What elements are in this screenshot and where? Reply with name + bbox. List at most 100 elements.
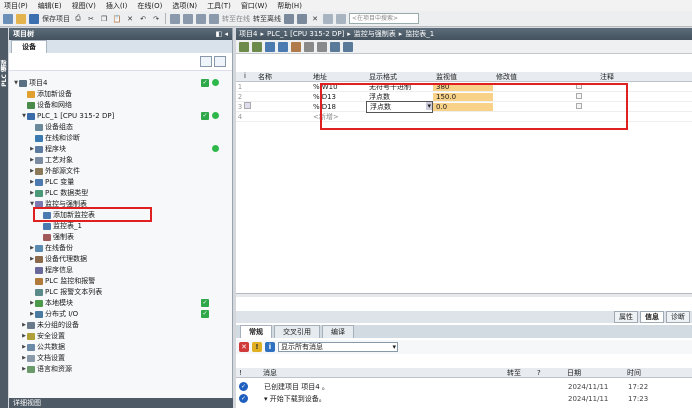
error-filter-icon[interactable]: ✕	[239, 342, 249, 352]
tree-item[interactable]: ▶ 语言和资源	[9, 364, 231, 374]
info-subtab[interactable]: 编译	[322, 325, 354, 338]
info-subtab[interactable]: 常规	[240, 325, 272, 338]
menu-item[interactable]: 视图(V)	[72, 1, 96, 11]
copy-icon[interactable]: ❐	[99, 13, 109, 25]
row-marker	[244, 102, 254, 111]
vertical-side-tab[interactable]: PLC 编程	[0, 28, 8, 408]
compile-icon[interactable]	[170, 13, 180, 24]
tree-item[interactable]: ▶ 公共数据	[9, 342, 231, 352]
tree-item[interactable]: ▶ 文档设置	[9, 353, 231, 363]
print-icon[interactable]: ⎙	[73, 13, 83, 25]
add-row-icon[interactable]	[252, 41, 262, 52]
tree-item[interactable]: ▶ 在线备份	[9, 243, 231, 253]
split-vertical-icon[interactable]	[336, 13, 346, 24]
menu-item[interactable]: 插入(I)	[106, 1, 128, 11]
tree-item-label: 在线备份	[45, 244, 73, 252]
tree-item[interactable]: ▼ 项目4	[9, 78, 231, 88]
download-icon[interactable]	[183, 13, 193, 24]
menu-item[interactable]: 工具(T)	[207, 1, 231, 11]
inspector-tab[interactable]: 信息	[640, 311, 664, 323]
menu-item[interactable]: 窗口(W)	[241, 1, 267, 11]
cut-icon[interactable]: ✂	[86, 13, 96, 25]
status-ok-icon: ✓	[201, 310, 209, 318]
menu-item[interactable]: 帮助(H)	[277, 1, 302, 11]
details-view-header[interactable]: 详细视图	[9, 398, 233, 408]
tree-item[interactable]: ▼ PLC_1 [CPU 315-2 DP]	[9, 111, 231, 121]
inspector-tab[interactable]: 属性	[614, 311, 638, 323]
split-horizontal-icon[interactable]	[323, 13, 333, 24]
tree-node-icon	[35, 189, 43, 197]
accessible-devices-icon[interactable]	[284, 13, 294, 24]
simulation-icon[interactable]	[209, 13, 219, 24]
tree-item[interactable]: 监控表_1	[9, 221, 231, 231]
tree-item[interactable]: ▶ 程序块	[9, 144, 231, 154]
tree-item[interactable]: ▶ 本地模块	[9, 298, 231, 308]
tree-item-label: 程序信息	[45, 266, 73, 274]
go-offline-button[interactable]: 转至离线	[253, 13, 281, 25]
new-project-icon[interactable]	[3, 13, 13, 24]
menu-item[interactable]: 选项(N)	[172, 1, 197, 11]
message-row[interactable]: ✓ 已创建项目 项目4 。 2024/11/11 17:22	[236, 381, 692, 392]
open-project-icon[interactable]	[16, 13, 26, 24]
breadcrumb-item[interactable]: 监控与强制表	[354, 29, 396, 39]
tree-item[interactable]: 设备组态	[9, 122, 231, 132]
menu-item[interactable]: 项目(P)	[4, 1, 28, 11]
tree-item[interactable]: 在线和诊断	[9, 133, 231, 143]
paste-icon[interactable]: 📋	[112, 13, 122, 25]
monitor-all-icon[interactable]	[330, 41, 340, 52]
disable-peripheral-icon[interactable]	[304, 41, 314, 52]
info-subtab[interactable]: 交叉引用	[274, 325, 320, 338]
insert-row-icon[interactable]	[239, 41, 249, 52]
breadcrumb-item[interactable]: 监控表_1	[405, 29, 434, 39]
go-online-button[interactable]: 转至在线	[222, 13, 250, 25]
tree-node-icon	[27, 90, 35, 98]
modify-trigger-icon[interactable]	[278, 41, 288, 52]
menu-item[interactable]: 编辑(E)	[38, 1, 62, 11]
modify-now-icon[interactable]	[265, 41, 275, 52]
tree-item[interactable]: PLC 监控和报警	[9, 276, 231, 286]
save-icon[interactable]	[29, 13, 39, 24]
save-project-button[interactable]: 保存项目	[42, 13, 70, 25]
panel-collapse-icon[interactable]: ◧ ◂	[216, 30, 228, 38]
list-view-icon[interactable]	[200, 56, 212, 67]
delete-icon[interactable]: ✕	[125, 13, 135, 25]
tree-item[interactable]: PLC 报警文本列表	[9, 287, 231, 297]
panel-splitter[interactable]	[236, 293, 692, 297]
warning-filter-icon[interactable]: !	[252, 342, 262, 352]
undo-icon[interactable]: ↶	[138, 13, 148, 25]
tree-node-icon	[35, 134, 43, 142]
info-ok-icon: ✓	[239, 382, 248, 391]
tree-item[interactable]: 设备和网络	[9, 100, 231, 110]
redo-icon[interactable]: ↷	[151, 13, 161, 25]
tree-item[interactable]: ▶ PLC 变量	[9, 177, 231, 187]
tree-item[interactable]: 程序信息	[9, 265, 231, 275]
tree-node-icon	[35, 156, 43, 164]
message-filter-select[interactable]: 显示所有消息	[278, 342, 398, 352]
tree-item[interactable]: ▶ 安全设置	[9, 331, 231, 341]
message-row[interactable]: ✓ ▾ 开始下载到设备。 2024/11/11 17:23	[236, 393, 692, 404]
tab-devices[interactable]: 设备	[11, 40, 47, 53]
tree-item-label: 本地模块	[45, 299, 73, 307]
tree-item[interactable]: ▶ 分布式 I/O	[9, 309, 231, 319]
tree-item[interactable]: ▶ 外部源文件	[9, 166, 231, 176]
inspector-tab[interactable]: 诊断	[666, 311, 690, 323]
breadcrumb-item[interactable]: PLC_1 [CPU 315-2 DP]	[267, 30, 344, 38]
upload-icon[interactable]	[196, 13, 206, 24]
menu-item[interactable]: 在线(O)	[137, 1, 162, 11]
cross-reference-icon[interactable]	[297, 13, 307, 24]
tree-item[interactable]: 强制表	[9, 232, 231, 242]
overview-icon[interactable]	[214, 56, 226, 67]
breadcrumb-item[interactable]: 项目4	[239, 29, 257, 39]
tree-item[interactable]: ▶ 设备代理数据	[9, 254, 231, 264]
monitor-once-icon[interactable]	[343, 41, 353, 52]
tree-item[interactable]: 添加新设备	[9, 89, 231, 99]
tree-item-label: 外部源文件	[45, 167, 80, 175]
close-icon[interactable]: ✕	[310, 13, 320, 25]
search-input[interactable]: <在项目中搜索>	[349, 13, 419, 24]
show-hide-icon[interactable]	[317, 41, 327, 52]
tree-item[interactable]: ▶ 工艺对象	[9, 155, 231, 165]
tree-item[interactable]: ▶ PLC 数据类型	[9, 188, 231, 198]
info-filter-icon[interactable]: i	[265, 342, 275, 352]
enable-peripheral-icon[interactable]	[291, 41, 301, 52]
tree-item[interactable]: ▶ 未分组的设备	[9, 320, 231, 330]
